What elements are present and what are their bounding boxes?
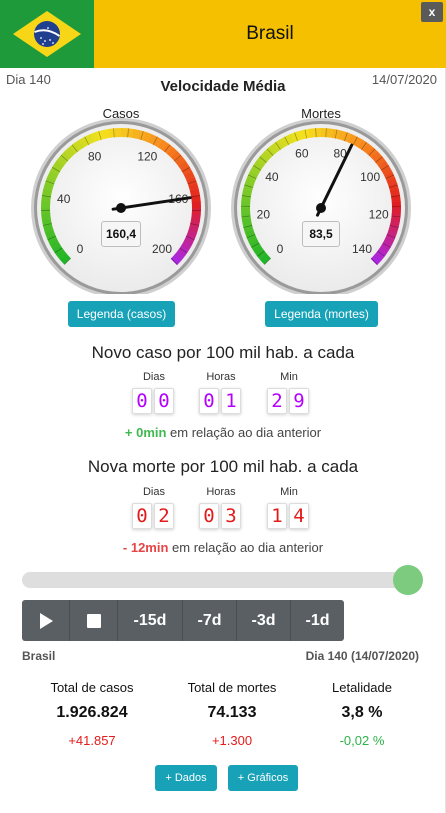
unit-minutes: Min	[280, 371, 298, 383]
unit-minutes: Min	[280, 486, 298, 498]
country-card: Brasil x Dia 140 14/07/2020 Velocidade M…	[0, 0, 446, 813]
stat-delta: +1.300	[211, 733, 253, 748]
legend-cases-button[interactable]: Legenda (casos)	[68, 301, 175, 327]
play-button[interactable]	[22, 600, 70, 641]
new-case-title: Novo caso por 100 mil hab. a cada	[91, 343, 355, 362]
stat-label: Total de mortes	[187, 680, 277, 695]
deaths-gauge-value: 83,5	[302, 221, 340, 247]
case-delta-text: em relação ao dia anterior	[166, 425, 322, 440]
case-digit: 1	[221, 388, 241, 414]
death-digit: 0	[132, 503, 152, 529]
stat-value: 1.926.824	[56, 704, 128, 721]
death-delta-value: - 12min	[122, 540, 169, 555]
gauge-tick-label: 80	[88, 149, 102, 163]
gauge-tick-label: 20	[257, 207, 271, 221]
unit-days: Dias	[142, 371, 165, 383]
stat-value: 74.133	[207, 704, 257, 721]
stat-value: 3,8 %	[341, 704, 383, 721]
footer-location: Brasil	[22, 649, 56, 663]
gauge-needle-hub	[116, 203, 126, 213]
stat-label: Total de casos	[50, 680, 134, 695]
gauge-tick-label: 0	[77, 242, 84, 256]
death-digit: 2	[154, 503, 174, 529]
gauge-tick-label: 40	[265, 170, 279, 184]
unit-days: Dias	[142, 486, 165, 498]
brazil-flag-icon	[0, 0, 94, 68]
death-digit: 4	[289, 503, 309, 529]
gauge-tick-label: 60	[295, 146, 309, 160]
death-digit: 3	[221, 503, 241, 529]
gauge-tick-label: 120	[137, 149, 157, 163]
more-charts-button[interactable]: + Gráficos	[228, 765, 298, 791]
total-deaths-stat: Total de mortes 74.133 +1.300	[162, 680, 302, 752]
death-delta-text: em relação ao dia anterior	[168, 540, 324, 555]
play-icon	[39, 612, 53, 629]
unit-hours: Horas	[206, 486, 236, 498]
death-delta-line: - 12min em relação ao dia anterior	[0, 540, 446, 555]
section-title: Velocidade Média	[160, 78, 286, 95]
death-digit: 0	[199, 503, 219, 529]
lethality-stat: Letalidade 3,8 % -0,02 %	[292, 680, 432, 752]
case-digit: 0	[132, 388, 152, 414]
back-3d-button[interactable]: -3d	[237, 600, 291, 641]
footer-day-date: Dia 140 (14/07/2020)	[305, 649, 419, 663]
case-digit: 9	[289, 388, 309, 414]
stop-icon	[86, 613, 101, 628]
close-button[interactable]: x	[421, 2, 443, 22]
back-7d-button[interactable]: -7d	[183, 600, 237, 641]
gauge-tick-label: 100	[360, 170, 380, 184]
gauge-tick-label: 200	[152, 242, 172, 256]
country-title: Brasil	[94, 0, 446, 68]
back-1d-button[interactable]: -1d	[291, 600, 344, 641]
gauge-needle-hub	[316, 203, 326, 213]
case-delta-line: + 0min em relação ao dia anterior	[0, 425, 446, 440]
new-death-title: Nova morte por 100 mil hab. a cada	[87, 457, 359, 476]
gauge-tick-label: 0	[277, 242, 284, 256]
stat-delta: +41.857	[68, 733, 116, 748]
timeline-slider-track[interactable]	[22, 572, 408, 588]
stat-delta: -0,02 %	[339, 733, 385, 748]
header: Brasil	[0, 0, 446, 68]
case-digit: 0	[199, 388, 219, 414]
legend-deaths-button[interactable]: Legenda (mortes)	[265, 301, 378, 327]
gauge-tick-label: 120	[369, 207, 389, 221]
death-digit: 1	[267, 503, 287, 529]
stat-label: Letalidade	[332, 680, 392, 695]
cases-gauge: Casos 04080120160200 160,4	[30, 106, 212, 296]
gauge-tick-label: 40	[57, 192, 71, 206]
cases-gauge-dial: 04080120160200	[31, 118, 211, 294]
total-cases-stat: Total de casos 1.926.824 +41.857	[22, 680, 162, 752]
playback-controls: -15d -7d -3d -1d	[22, 600, 344, 641]
case-digit: 0	[154, 388, 174, 414]
more-data-button[interactable]: + Dados	[155, 765, 217, 791]
timeline-slider-handle[interactable]	[393, 565, 423, 595]
cases-gauge-value: 160,4	[101, 221, 141, 247]
case-digit: 2	[267, 388, 287, 414]
gauge-tick-label: 140	[352, 242, 372, 256]
deaths-gauge: Mortes 0 20 40 60 80 100 120 140 83,5	[230, 106, 412, 296]
deaths-gauge-dial: 0204060 80100120140	[231, 118, 411, 294]
case-delta-value: + 0min	[124, 425, 167, 440]
back-15d-button[interactable]: -15d	[118, 600, 183, 641]
stop-button[interactable]	[70, 600, 118, 641]
unit-hours: Horas	[206, 371, 236, 383]
